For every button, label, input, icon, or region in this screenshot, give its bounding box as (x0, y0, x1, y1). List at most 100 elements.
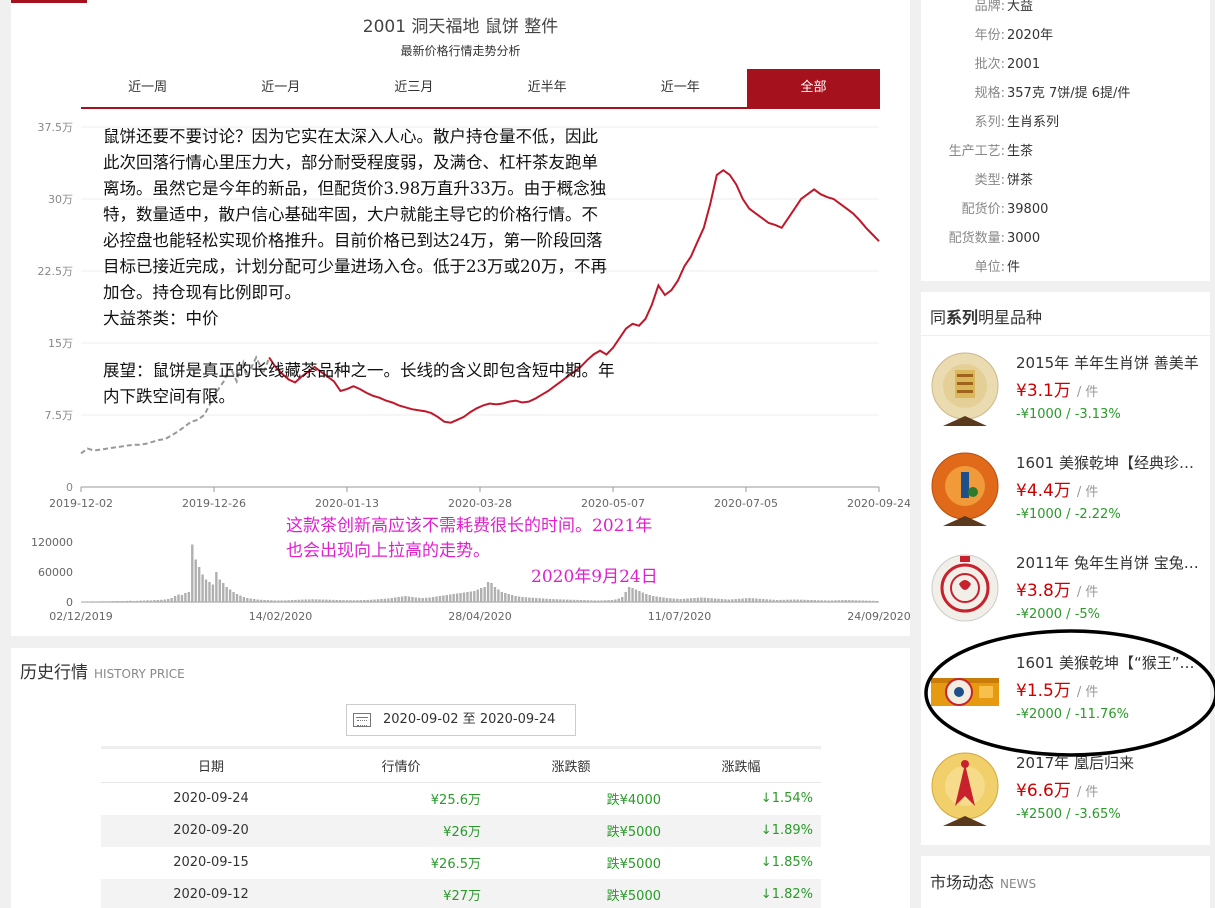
spec-label: 单位: (974, 260, 1005, 275)
similar-item-price: ¥4.4万 / 件 (1016, 476, 1098, 501)
volume-bar (827, 600, 830, 602)
volume-bar (153, 600, 156, 602)
volume-bar (572, 599, 576, 602)
date-range-picker[interactable]: 2020-09-02 至 2020-09-24 (346, 704, 576, 736)
cell-price: ¥27万 (321, 878, 481, 908)
price-unit: / 件 (1076, 585, 1099, 600)
spec-value: 饼茶 (1007, 173, 1034, 188)
volume-bar (387, 598, 390, 602)
history-title: 历史行情 HISTORY PRICE (20, 658, 185, 683)
volume-bar (211, 584, 215, 602)
volume-bar (689, 598, 693, 602)
volume-bar (338, 600, 342, 602)
volume-bar (246, 598, 249, 602)
y-tick-label: 37.5万 (38, 121, 74, 134)
x-tick-label: 11/07/2020 (648, 610, 711, 623)
y-tick-label: 22.5万 (38, 265, 74, 278)
volume-bar (235, 594, 239, 602)
volume-bar (521, 597, 524, 602)
volume-bar (376, 599, 380, 602)
volume-bar (872, 600, 875, 602)
x-tick-label: 2020-07-05 (714, 497, 778, 510)
volume-bar (111, 601, 115, 602)
volume-bar (531, 597, 535, 602)
volume-bar (817, 600, 820, 602)
volume-bar (579, 600, 583, 602)
volume-bar (679, 599, 682, 602)
volume-bar (703, 597, 706, 602)
volume-bar (462, 592, 466, 602)
volume-bar (741, 598, 744, 602)
volume-bar (548, 599, 552, 602)
volume-bar (627, 587, 631, 602)
volume-bar (239, 595, 242, 602)
volume-bar (94, 601, 98, 602)
similar-item[interactable]: 1601 美猴乾坤【经典珍藏】 ¥4.4万 / 件 -¥1000 / -2.22% (921, 452, 1210, 552)
volume-bar (225, 587, 228, 602)
volume-bar (273, 600, 277, 602)
volume-bar (854, 600, 858, 602)
news-title: 市场动态 NEWS (930, 869, 1036, 893)
volume-bar (428, 597, 431, 602)
spec-row-series: 系列: 生肖系列 (921, 108, 1210, 137)
volume-bar (146, 600, 149, 602)
volume-bar (445, 595, 449, 602)
x-tick-label: 02/12/2019 (49, 610, 112, 623)
volume-bar (593, 600, 596, 602)
volume-bar (803, 599, 806, 602)
volume-bar (583, 600, 586, 602)
x-tick-label: 2020-09-24 (847, 497, 910, 510)
volume-bar (648, 595, 651, 602)
cell-change: 跌¥5000 (481, 878, 661, 908)
tab-year[interactable]: 近一年 (614, 69, 747, 107)
volume-bar (180, 595, 184, 602)
similar-item-price: ¥6.6万 / 件 (1016, 776, 1098, 801)
similar-item[interactable]: 2015年 羊年生肖饼 善美羊 ¥3.1万 / 件 -¥1000 / -3.13% (921, 352, 1210, 452)
table-row: 2020-09-15 ¥26.5万 跌¥5000 ↓1.85% (101, 847, 821, 879)
volume-bar (634, 589, 638, 602)
volume-bar (136, 600, 139, 602)
spec-value: 2020年 (1007, 28, 1054, 43)
volume-bar (744, 598, 748, 602)
tab-all[interactable]: 全部 (746, 69, 881, 107)
volume-bar (724, 599, 727, 602)
accent-bar (11, 0, 87, 3)
similar-item-delta: -¥2000 / -5% (1016, 607, 1101, 622)
volume-bar (170, 598, 173, 602)
similar-item[interactable]: 2017年 凰后归来 ¥6.6万 / 件 -¥2500 / -3.65% (921, 752, 1210, 852)
tab-half-year[interactable]: 近半年 (481, 69, 614, 107)
volume-bar (342, 600, 345, 602)
volume-bar (263, 600, 266, 602)
volume-bar (658, 597, 662, 602)
tab-three-months[interactable]: 近三月 (347, 69, 480, 107)
volume-bar (259, 599, 263, 602)
tab-week[interactable]: 近一周 (81, 69, 214, 107)
price-value: ¥3.1万 (1016, 381, 1071, 401)
volume-bar (290, 600, 294, 602)
volume-bar (823, 600, 827, 602)
volume-bar (600, 600, 603, 602)
volume-bar (173, 596, 177, 602)
spec-value: 生肖系列 (1007, 115, 1060, 130)
volume-bar (335, 599, 338, 602)
price-unit: / 件 (1076, 385, 1099, 400)
tab-month[interactable]: 近一月 (214, 69, 347, 107)
volume-bar (98, 601, 101, 602)
volume-bar (844, 600, 848, 602)
volume-bar (682, 598, 686, 602)
volume-bar (858, 600, 861, 602)
table-row: 2020-09-20 ¥26万 跌¥5000 ↓1.89% (101, 814, 821, 847)
volume-bar (101, 601, 105, 602)
volume-bar (359, 600, 363, 602)
volume-bar (311, 599, 314, 602)
similar-item-name: 2015年 羊年生肖饼 善美羊 (1016, 354, 1199, 372)
volume-bar (149, 600, 153, 602)
tea-cake-image (931, 452, 999, 526)
volume-bar (118, 601, 122, 602)
date-range-value: 2020-09-02 至 2020-09-24 (383, 712, 556, 727)
volume-bar (541, 598, 545, 602)
spec-label: 年份: (974, 28, 1005, 43)
volume-bar (232, 592, 235, 602)
volume-bar (177, 594, 180, 602)
cell-date: 2020-09-15 (173, 855, 249, 870)
